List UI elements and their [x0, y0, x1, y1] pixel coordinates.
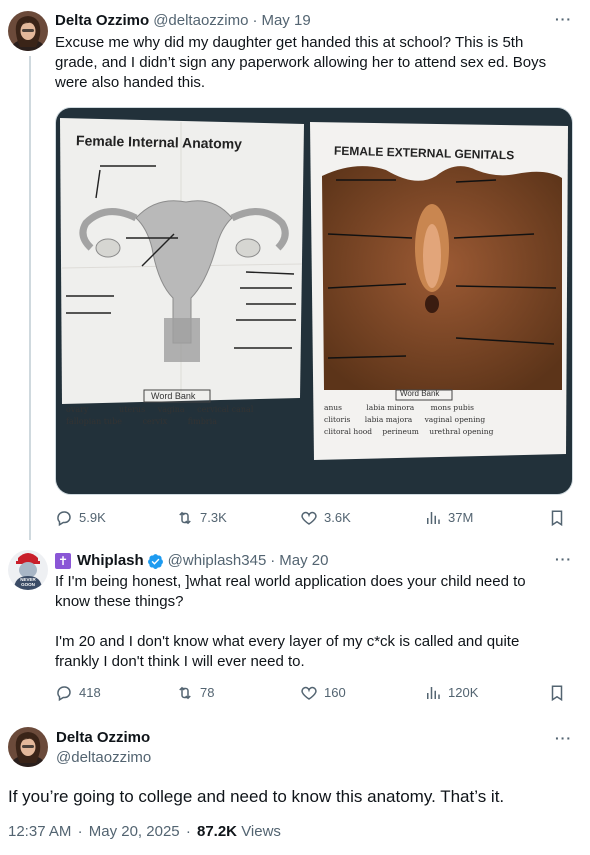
word: cervical canal: [197, 405, 254, 414]
views-icon: [427, 512, 440, 524]
word: urethral opening: [429, 427, 494, 436]
tweet-text: If I'm being honest, ]what real world ap…: [55, 572, 575, 672]
bookmark-icon[interactable]: [548, 684, 566, 707]
views-count: 87.2K: [196, 823, 238, 840]
views-label: Views: [241, 823, 281, 840]
like-count: 160: [324, 685, 346, 700]
like-icon: [301, 686, 317, 700]
separator: ·: [77, 823, 83, 840]
right-word-bank: anus labia minora mons pubis clitoris la…: [324, 402, 564, 438]
avatar[interactable]: NEVER GOON: [8, 550, 48, 590]
word: anus: [324, 403, 342, 412]
tweet-text: If you’re going to college and need to k…: [8, 787, 505, 806]
more-icon[interactable]: ···: [555, 730, 572, 746]
word: ovary: [66, 405, 89, 414]
tweet-1[interactable]: Delta Ozzimo @deltaozzimo · May 19 ··· E…: [0, 0, 590, 540]
views-button[interactable]: 37M: [424, 508, 473, 528]
word: perineum: [382, 427, 419, 436]
left-word-bank-title: Word Bank: [151, 391, 196, 401]
tweet-image[interactable]: Female Internal Anatomy FEMALE EXTERNAL …: [55, 107, 573, 495]
display-name[interactable]: Whiplash: [77, 551, 144, 571]
text-line: frankly I don't think I will ever need t…: [55, 653, 305, 670]
text-line: [55, 612, 575, 632]
tweet-date[interactable]: May 20, 2025: [89, 823, 180, 840]
repost-icon: [179, 686, 191, 700]
tweet-actions: 418 78 160 120K: [55, 683, 565, 705]
word: uterus: [119, 405, 146, 414]
thread-connector: [29, 56, 31, 540]
handle[interactable]: @deltaozzimo: [56, 748, 151, 768]
avatar[interactable]: [8, 727, 48, 767]
cross-badge: ✝: [55, 553, 71, 569]
views-icon: [427, 687, 440, 699]
reply-count: 418: [79, 685, 101, 700]
more-icon[interactable]: ···: [555, 11, 572, 27]
text-line: If I'm being honest, ]what real world ap…: [55, 573, 526, 590]
left-word-bank: ovary uterus vagina cervical canal fallo…: [66, 404, 294, 428]
separator: ·: [252, 12, 258, 29]
word: clitoral hood: [324, 427, 373, 436]
like-button[interactable]: 3.6K: [300, 508, 351, 528]
text-line: grade, and I didn’t sign any paperwork a…: [55, 54, 547, 71]
word: fallopian tube: [66, 417, 123, 426]
text-line: Excuse me why did my daughter get handed…: [55, 34, 524, 51]
text-line: were also handed this.: [55, 74, 206, 91]
reply-button[interactable]: 418: [55, 683, 101, 703]
text-line: know these things?: [55, 593, 184, 610]
views-button[interactable]: 120K: [424, 683, 478, 703]
display-name[interactable]: Delta Ozzimo: [55, 11, 149, 31]
avatar-text: NEVER GOON: [20, 577, 36, 587]
word: clitoris: [324, 415, 351, 424]
bookmark-icon[interactable]: [548, 509, 566, 532]
reply-count: 5.9K: [79, 510, 106, 525]
separator: ·: [270, 552, 276, 569]
avatar[interactable]: [8, 11, 48, 51]
tweet-actions: 5.9K 7.3K 3.6K 37M: [55, 508, 565, 530]
tweet-header: Delta Ozzimo @deltaozzimo · May 19: [55, 11, 311, 31]
like-count: 3.6K: [324, 510, 351, 525]
views-count: 37M: [448, 510, 474, 525]
handle[interactable]: @deltaozzimo: [153, 11, 248, 31]
like-button[interactable]: 160: [300, 683, 346, 703]
word: labia majora: [364, 415, 413, 424]
verified-icon: [147, 553, 163, 569]
tweet-date[interactable]: May 20: [279, 551, 328, 571]
tweet-date[interactable]: May 19: [261, 11, 310, 31]
word: labia minora: [366, 403, 415, 412]
tweet-2[interactable]: NEVER GOON ✝ Whiplash @whiplash345 · May…: [0, 540, 590, 710]
display-name[interactable]: Delta Ozzimo: [56, 728, 150, 748]
reply-button[interactable]: 5.9K: [55, 508, 106, 528]
word: mons pubis: [430, 403, 474, 412]
views-count: 120K: [448, 685, 479, 700]
handle[interactable]: @whiplash345: [168, 551, 267, 571]
more-icon[interactable]: ···: [555, 551, 572, 567]
like-icon: [301, 511, 317, 525]
repost-count: 7.3K: [200, 510, 227, 525]
word: vaginal opening: [424, 415, 486, 424]
reply-icon: [57, 511, 71, 527]
tweet-meta: 12:37 AM · May 20, 2025 · 87.2K Views: [8, 822, 281, 842]
reply-icon: [57, 686, 71, 702]
repost-button[interactable]: 7.3K: [176, 508, 227, 528]
tweet-text: Excuse me why did my daughter get handed…: [55, 33, 575, 93]
word: cervix: [142, 417, 168, 426]
repost-count: 78: [200, 685, 215, 700]
text-line: I'm 20 and I don't know what every layer…: [55, 633, 520, 650]
repost-icon: [179, 511, 191, 525]
right-word-bank-title: Word Bank: [400, 389, 440, 398]
word: vagina: [157, 405, 185, 414]
repost-button[interactable]: 78: [176, 683, 214, 703]
word: fimbria: [187, 417, 217, 426]
tweet-time[interactable]: 12:37 AM: [8, 823, 71, 840]
tweet-header: ✝ Whiplash @whiplash345 · May 20: [55, 551, 329, 571]
separator: ·: [185, 823, 191, 840]
